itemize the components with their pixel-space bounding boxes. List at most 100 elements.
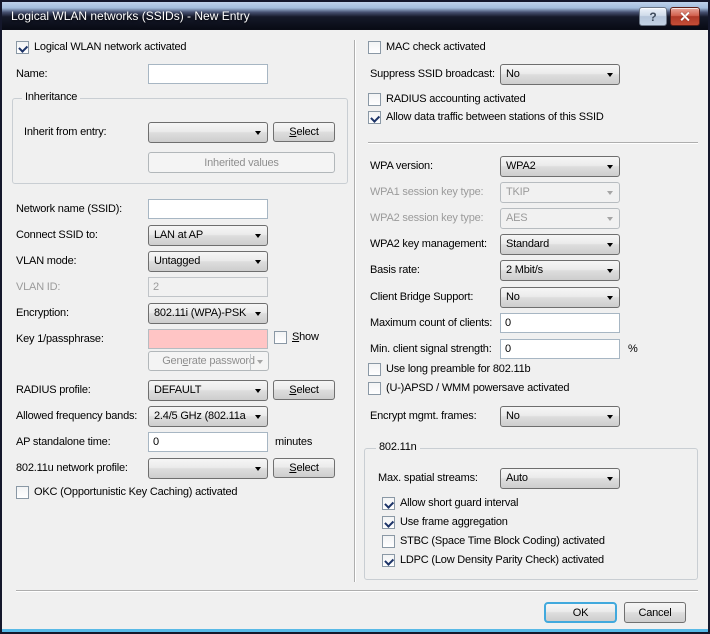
- vlan-id-label: VLAN ID:: [16, 277, 60, 297]
- max-spatial-streams-value: Auto: [506, 472, 528, 484]
- allowed-frequency-bands-label: Allowed frequency bands:: [16, 406, 137, 426]
- name-label: Name:: [16, 64, 47, 84]
- ldpc-checkbox[interactable]: [382, 554, 395, 567]
- wpa1-session-key-type-value: TKIP: [506, 186, 530, 198]
- inherit-from-entry-select[interactable]: [148, 122, 268, 143]
- name-input[interactable]: [148, 64, 268, 84]
- connect-ssid-to-value: LAN at AP: [154, 229, 203, 241]
- percent-unit-label: %: [628, 339, 638, 359]
- basis-rate-label: Basis rate:: [370, 260, 420, 280]
- split-divider: [250, 354, 251, 370]
- encrypt-mgmt-frames-value: No: [506, 410, 520, 422]
- minutes-unit-label: minutes: [275, 432, 312, 452]
- help-button[interactable]: ?: [639, 7, 667, 26]
- basis-rate-value: 2 Mbit/s: [506, 264, 543, 276]
- allowed-frequency-bands-select[interactable]: 2.4/5 GHz (802.11a: [148, 406, 268, 427]
- chevron-down-icon: [607, 165, 613, 169]
- show-password-checkbox[interactable]: [274, 331, 287, 344]
- inherit-select-button[interactable]: Select: [273, 122, 335, 142]
- vlan-mode-label: VLAN mode:: [16, 251, 76, 271]
- wpa-version-select[interactable]: WPA2: [500, 156, 620, 177]
- wpa1-session-key-type-label: WPA1 session key type:: [370, 182, 483, 202]
- client-bridge-support-label: Client Bridge Support:: [370, 287, 473, 307]
- window-title: Logical WLAN networks (SSIDs) - New Entr…: [11, 9, 250, 23]
- suppress-ssid-broadcast-value: No: [506, 68, 520, 80]
- apsd-checkbox[interactable]: [368, 382, 381, 395]
- mac-check-label: MAC check activated: [386, 41, 486, 55]
- 80211u-network-profile-select[interactable]: [148, 458, 268, 479]
- inheritance-group-title: Inheritance: [22, 91, 80, 103]
- inherit-from-entry-label: Inherit from entry:: [24, 122, 106, 142]
- radius-accounting-checkbox[interactable]: [368, 93, 381, 106]
- min-client-signal-strength-input[interactable]: [500, 339, 620, 359]
- maximum-count-of-clients-input[interactable]: [500, 313, 620, 333]
- wpa2-session-key-type-value: AES: [506, 212, 527, 224]
- ldpc-label: LDPC (Low Density Parity Check) activate…: [400, 554, 604, 568]
- key1-passphrase-input[interactable]: [148, 329, 268, 349]
- 80211u-network-profile-label: 802.11u network profile:: [16, 458, 128, 478]
- logical-wlan-activated-label: Logical WLAN network activated: [34, 41, 186, 55]
- wpa-version-label: WPA version:: [370, 156, 433, 176]
- encryption-select[interactable]: 802.11i (WPA)-PSK: [148, 303, 268, 324]
- vlan-id-input: [148, 277, 268, 297]
- wpa2-key-management-select[interactable]: Standard: [500, 234, 620, 255]
- generate-password-label: Generate password: [162, 355, 255, 367]
- network-name-ssid-input[interactable]: [148, 199, 268, 219]
- max-spatial-streams-select[interactable]: Auto: [500, 468, 620, 489]
- encryption-value: 802.11i (WPA)-PSK: [154, 307, 246, 319]
- chevron-down-icon: [607, 191, 613, 195]
- wpa2-key-management-value: Standard: [506, 238, 549, 250]
- inherited-values-button[interactable]: Inherited values: [148, 152, 335, 173]
- frame-aggregation-checkbox[interactable]: [382, 516, 395, 529]
- chevron-down-icon: [255, 260, 261, 264]
- radius-profile-label: RADIUS profile:: [16, 380, 91, 400]
- section-divider: [368, 142, 698, 144]
- radius-profile-select-button[interactable]: Select: [273, 380, 335, 400]
- okc-checkbox[interactable]: [16, 486, 29, 499]
- vlan-mode-select[interactable]: Untagged: [148, 251, 268, 272]
- chevron-down-icon: [607, 73, 613, 77]
- okc-label: OKC (Opportunistic Key Caching) activate…: [34, 486, 237, 500]
- frame-aggregation-label: Use frame aggregation: [400, 516, 508, 530]
- ap-standalone-time-input[interactable]: [148, 432, 268, 452]
- encrypt-mgmt-frames-select[interactable]: No: [500, 406, 620, 427]
- chevron-down-icon: [255, 415, 261, 419]
- generate-password-button[interactable]: Generate password: [148, 351, 269, 371]
- stbc-checkbox[interactable]: [382, 535, 395, 548]
- short-guard-interval-label: Allow short guard interval: [400, 497, 518, 511]
- basis-rate-select[interactable]: 2 Mbit/s: [500, 260, 620, 281]
- allow-data-traffic-checkbox[interactable]: [368, 111, 381, 124]
- chevron-down-icon: [255, 234, 261, 238]
- vlan-mode-value: Untagged: [154, 255, 200, 267]
- connect-ssid-to-label: Connect SSID to:: [16, 225, 98, 245]
- mac-check-checkbox[interactable]: [368, 41, 381, 54]
- footer-divider: [16, 590, 698, 592]
- chevron-down-icon: [607, 269, 613, 273]
- 80211u-select-button[interactable]: Select: [273, 458, 335, 478]
- stbc-label: STBC (Space Time Block Coding) activated: [400, 535, 605, 549]
- chevron-down-icon: [255, 131, 261, 135]
- logical-wlan-activated-checkbox[interactable]: [16, 41, 29, 54]
- ap-standalone-time-label: AP standalone time:: [16, 432, 110, 452]
- column-divider: [354, 40, 356, 582]
- connect-ssid-to-select[interactable]: LAN at AP: [148, 225, 268, 246]
- client-bridge-support-select[interactable]: No: [500, 287, 620, 308]
- chevron-down-icon: [255, 312, 261, 316]
- radius-profile-select[interactable]: DEFAULT: [148, 380, 268, 401]
- chevron-down-icon: [607, 217, 613, 221]
- wpa2-key-management-label: WPA2 key management:: [370, 234, 487, 254]
- chevron-down-icon: [255, 389, 261, 393]
- suppress-ssid-broadcast-select[interactable]: No: [500, 64, 620, 85]
- wpa2-session-key-type-select: AES: [500, 208, 620, 229]
- chevron-down-icon: [255, 467, 261, 471]
- allow-data-traffic-label: Allow data traffic between stations of t…: [386, 111, 604, 125]
- titlebar[interactable]: Logical WLAN networks (SSIDs) - New Entr…: [2, 2, 708, 30]
- cancel-button[interactable]: Cancel: [624, 602, 686, 623]
- short-guard-interval-checkbox[interactable]: [382, 497, 395, 510]
- long-preamble-checkbox[interactable]: [368, 363, 381, 376]
- ok-button[interactable]: OK: [544, 602, 617, 623]
- chevron-down-icon: [607, 415, 613, 419]
- encrypt-mgmt-frames-label: Encrypt mgmt. frames:: [370, 406, 476, 426]
- long-preamble-label: Use long preamble for 802.11b: [386, 363, 530, 377]
- close-button[interactable]: [670, 7, 700, 26]
